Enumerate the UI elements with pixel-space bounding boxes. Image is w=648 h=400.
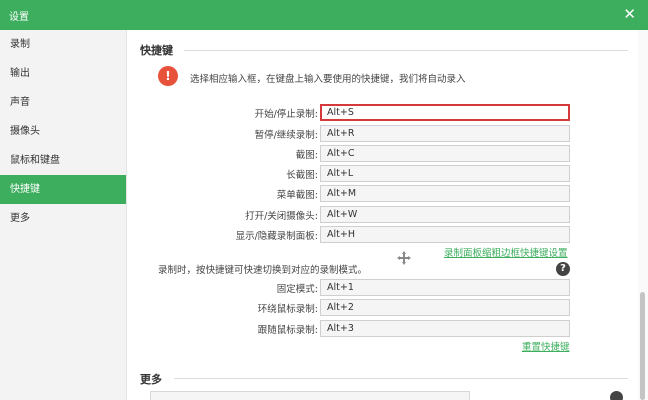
sidebar-item-hotkeys[interactable]: 快捷键: [0, 175, 126, 204]
mode-hint-text: 录制时，按快捷键可快速切换到对应的录制模式。: [158, 265, 368, 276]
title-bar: 设置 ✕: [0, 0, 648, 30]
hotkey-input-screenshot[interactable]: [320, 145, 570, 162]
sidebar-item-audio[interactable]: 声音: [0, 88, 126, 117]
hotkey-label-menu-screenshot: 菜单截图:: [276, 190, 318, 201]
sidebar-item-record[interactable]: 录制: [0, 30, 126, 59]
hotkey-label-screenshot: 截图:: [295, 150, 318, 161]
window-title: 设置: [9, 12, 29, 23]
panel-hotkey-settings-link[interactable]: 录制面板缩粗边框快捷键设置: [444, 245, 568, 259]
hotkey-label-start-stop: 开始/停止录制:: [254, 109, 318, 120]
move-cursor-icon: [397, 251, 411, 265]
hotkey-input-toggle-camera[interactable]: [320, 206, 570, 223]
help-icon[interactable]: ?: [556, 262, 570, 276]
partial-input[interactable]: [150, 391, 470, 400]
hotkey-label-pause-resume: 暂停/继续录制:: [254, 130, 318, 141]
scrollbar-thumb[interactable]: [640, 292, 645, 400]
sidebar-item-more[interactable]: 更多: [0, 204, 126, 233]
hotkey-input-menu-screenshot[interactable]: [320, 185, 570, 202]
warning-icon: !: [158, 66, 178, 86]
mode-label-around-mouse: 环绕鼠标录制:: [257, 304, 318, 315]
hotkeys-info-text: 选择相应输入框，在键盘上输入要使用的快捷键，我们将自动录入: [190, 74, 466, 85]
sidebar: 录制 输出 声音 摄像头 鼠标和键盘 快捷键 更多: [0, 30, 127, 400]
mode-input-follow-mouse[interactable]: [320, 320, 570, 337]
section-divider: [184, 50, 628, 51]
more-section-title: 更多: [140, 373, 162, 386]
mode-label-follow-mouse: 跟随鼠标录制:: [257, 325, 318, 336]
mode-input-fixed[interactable]: [320, 279, 570, 296]
hotkey-input-pause-resume[interactable]: [320, 125, 570, 142]
sidebar-item-mouse-keyboard[interactable]: 鼠标和键盘: [0, 146, 126, 175]
hotkey-label-toggle-camera: 打开/关闭摄像头:: [245, 211, 318, 222]
hotkeys-section-title: 快捷键: [140, 44, 173, 57]
reset-hotkeys-link[interactable]: 重置快捷键: [522, 339, 570, 353]
hotkey-input-toggle-panel[interactable]: [320, 226, 570, 243]
hotkey-label-toggle-panel: 显示/隐藏录制面板:: [235, 231, 318, 242]
hotkey-input-long-screenshot[interactable]: [320, 165, 570, 182]
hotkey-input-start-stop[interactable]: [320, 104, 570, 121]
close-icon[interactable]: ✕: [623, 5, 636, 23]
mode-input-around-mouse[interactable]: [320, 299, 570, 316]
sidebar-item-camera[interactable]: 摄像头: [0, 117, 126, 146]
mode-label-fixed: 固定模式:: [276, 284, 318, 295]
help-icon[interactable]: [610, 391, 623, 400]
section-divider: [174, 378, 628, 379]
settings-content: 快捷键 ! 选择相应输入框，在键盘上输入要使用的快捷键，我们将自动录入 开始/停…: [128, 30, 638, 400]
hotkey-label-long-screenshot: 长截图:: [286, 170, 318, 181]
sidebar-item-output[interactable]: 输出: [0, 59, 126, 88]
